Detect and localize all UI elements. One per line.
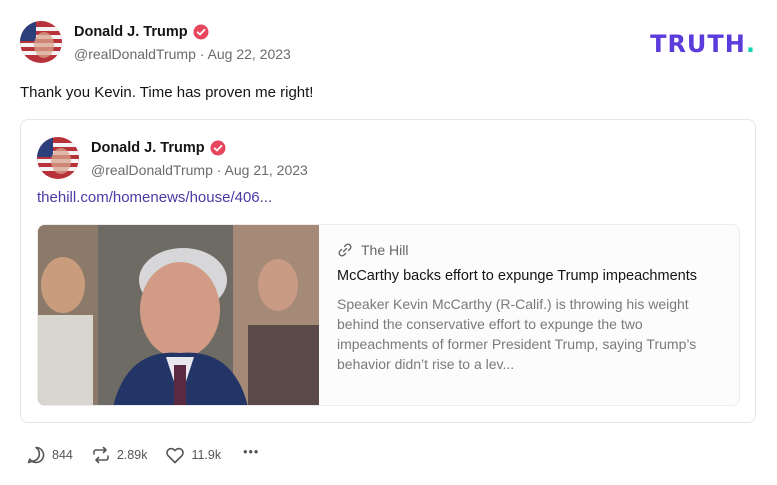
link-description: Speaker Kevin McCarthy (R-Calif.) is thr… (337, 296, 697, 372)
quoted-post-meta: @realDonaldTrump · Aug 21, 2023 (91, 162, 308, 178)
quoted-post[interactable]: Donald J. Trump @realDonaldTrump · Aug 2… (20, 119, 756, 423)
quoted-post-link[interactable]: thehill.com/homenews/house/406... (37, 189, 272, 206)
like-button[interactable]: 11.9k (164, 444, 221, 466)
post-meta: @realDonaldTrump · Aug 22, 2023 (74, 46, 291, 62)
reply-button[interactable]: 844 (25, 444, 73, 466)
retruth-count: 2.89k (116, 448, 148, 462)
quoted-post-header: Donald J. Trump @realDonaldTrump · Aug 2… (37, 137, 308, 179)
avatar[interactable] (20, 21, 62, 63)
link-title[interactable]: McCarthy backs effort to expunge Trump i… (337, 266, 717, 286)
link-icon (338, 243, 352, 257)
more-options-button[interactable]: ••• (238, 445, 260, 463)
post-text: Thank you Kevin. Time has proven me righ… (20, 84, 314, 101)
verified-badge-icon (210, 140, 226, 156)
verified-badge-icon (193, 24, 209, 40)
link-source: The Hill (361, 242, 409, 258)
action-bar: 844 2.89k 11.9k ••• (25, 443, 276, 467)
truth-social-logo: TRUTH. (650, 30, 756, 58)
retruth-button[interactable]: 2.89k (90, 444, 148, 466)
author-name[interactable]: Donald J. Trump (74, 24, 188, 40)
reply-count: 844 (52, 448, 73, 462)
like-count: 11.9k (191, 448, 222, 462)
more-icon: ••• (243, 445, 260, 459)
retruth-icon (93, 446, 109, 464)
avatar[interactable] (37, 137, 79, 179)
post-header: Donald J. Trump @realDonaldTrump · Aug 2… (20, 21, 291, 63)
quoted-author-name[interactable]: Donald J. Trump (91, 140, 205, 156)
heart-icon (166, 447, 185, 464)
reply-icon (27, 446, 45, 464)
link-preview-card[interactable]: The Hill McCarthy backs effort to expung… (37, 224, 740, 406)
link-preview-image (38, 225, 319, 405)
